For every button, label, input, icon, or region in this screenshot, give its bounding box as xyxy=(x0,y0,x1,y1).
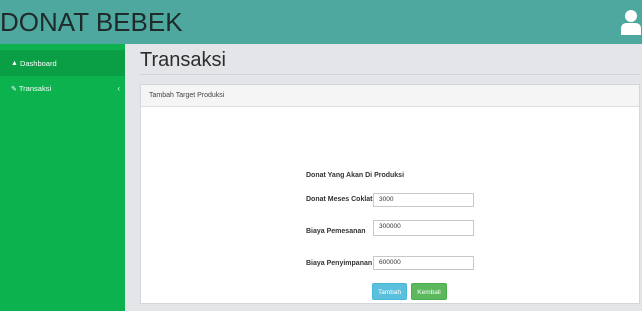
tambah-button[interactable]: Tambah xyxy=(372,283,407,300)
home-icon: ▲ xyxy=(11,59,18,67)
title-divider xyxy=(140,74,640,75)
field-label-biaya-pemesanan: Biaya Pemesanan xyxy=(306,228,366,235)
field-label-biaya-penyimpanan: Biaya Penyimpanan xyxy=(306,260,373,267)
sidebar-item-transaksi[interactable]: ✎ Transaksi ‹ xyxy=(0,75,125,101)
sidebar-item-label: Transaksi xyxy=(18,84,52,93)
sidebar-item-dashboard[interactable]: ▲ Dashboard xyxy=(0,50,125,76)
user-icon[interactable] xyxy=(621,9,641,35)
page-title: Transaksi xyxy=(140,49,226,71)
brand-title[interactable]: DONAT BEBEK xyxy=(0,7,183,37)
form-panel: Tambah Target Produksi Donat Yang Akan D… xyxy=(140,84,640,304)
biaya-penyimpanan-input[interactable]: 600000 xyxy=(373,256,474,270)
donat-meses-coklat-input[interactable]: 3000 xyxy=(373,193,474,207)
form-heading: Donat Yang Akan Di Produksi xyxy=(306,172,405,179)
chevron-left-icon: ‹ xyxy=(117,84,120,93)
biaya-pemesanan-input[interactable]: 300000 xyxy=(373,220,474,236)
field-label-donat-meses-coklat: Donat Meses Coklat xyxy=(306,196,373,203)
panel-heading: Tambah Target Produksi xyxy=(141,85,639,107)
top-navbar: DONAT BEBEK xyxy=(0,0,642,44)
sidebar-item-label: Dashboard xyxy=(19,58,57,68)
kembali-button[interactable]: Kembali xyxy=(411,283,447,300)
edit-icon: ✎ xyxy=(11,85,17,93)
sidebar: ▲ Dashboard ✎ Transaksi ‹ xyxy=(0,44,125,311)
